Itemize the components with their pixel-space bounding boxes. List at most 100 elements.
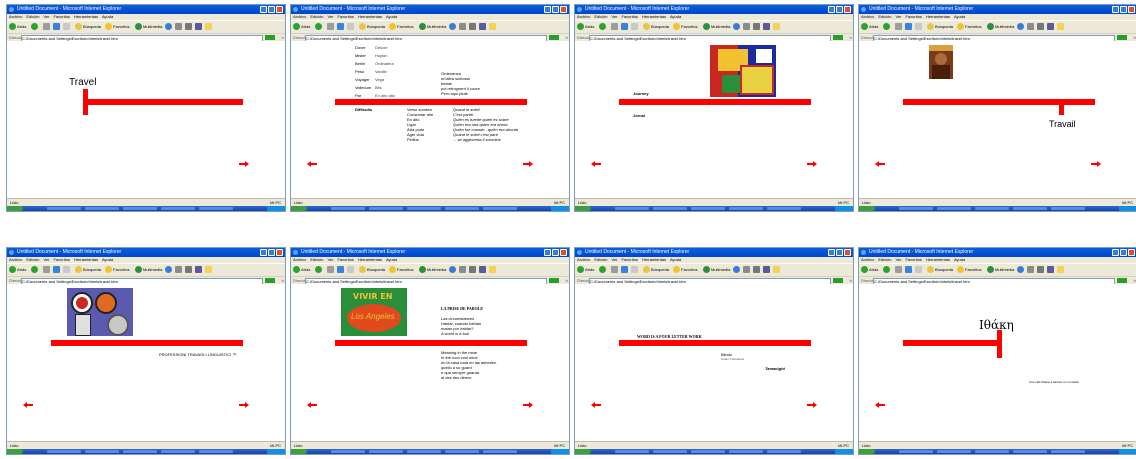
folder-icon[interactable] bbox=[1057, 266, 1064, 273]
home-icon[interactable] bbox=[915, 266, 922, 273]
back-icon[interactable] bbox=[293, 266, 300, 273]
taskbar-button[interactable] bbox=[161, 207, 195, 210]
favorites-star-icon[interactable] bbox=[389, 266, 396, 273]
start-button[interactable] bbox=[575, 206, 591, 211]
taskbar-button[interactable] bbox=[653, 207, 687, 210]
favorites-star-icon[interactable] bbox=[673, 23, 680, 30]
forward-icon[interactable] bbox=[31, 266, 38, 273]
menu-item[interactable]: Edición bbox=[26, 257, 39, 262]
forward-icon[interactable] bbox=[883, 23, 890, 30]
menu-item[interactable]: Ver bbox=[895, 14, 901, 19]
minimize-icon[interactable] bbox=[260, 249, 267, 256]
next-arrow-icon[interactable] bbox=[523, 161, 533, 167]
menu-item[interactable]: Favoritos bbox=[905, 257, 921, 262]
menu-item[interactable]: Archivo bbox=[9, 14, 22, 19]
menu-item[interactable]: Edición bbox=[878, 14, 891, 19]
history-icon[interactable] bbox=[1017, 23, 1024, 30]
forward-icon[interactable] bbox=[599, 266, 606, 273]
history-icon[interactable] bbox=[165, 266, 172, 273]
stop-icon[interactable] bbox=[43, 23, 50, 30]
menu-item[interactable]: Herramientas bbox=[74, 14, 98, 19]
mail-icon[interactable] bbox=[743, 266, 750, 273]
menu-item[interactable]: Edición bbox=[310, 14, 323, 19]
edit-icon[interactable] bbox=[195, 266, 202, 273]
taskbar-button[interactable] bbox=[161, 450, 195, 453]
taskbar-button[interactable] bbox=[47, 207, 81, 210]
taskbar-button[interactable] bbox=[1051, 450, 1085, 453]
edit-icon[interactable] bbox=[479, 23, 486, 30]
start-button[interactable] bbox=[7, 206, 23, 211]
search-icon[interactable] bbox=[643, 266, 650, 273]
taskbar-button[interactable] bbox=[691, 207, 725, 210]
favorites-star-icon[interactable] bbox=[105, 23, 112, 30]
previous-arrow-icon[interactable] bbox=[23, 402, 33, 408]
maximize-icon[interactable] bbox=[1120, 6, 1127, 13]
history-icon[interactable] bbox=[449, 23, 456, 30]
maximize-icon[interactable] bbox=[552, 6, 559, 13]
taskbar-button[interactable] bbox=[975, 450, 1009, 453]
back-icon[interactable] bbox=[861, 23, 868, 30]
taskbar-button[interactable] bbox=[407, 450, 441, 453]
forward-icon[interactable] bbox=[883, 266, 890, 273]
start-button[interactable] bbox=[291, 449, 307, 454]
history-icon[interactable] bbox=[165, 23, 172, 30]
refresh-icon[interactable] bbox=[337, 266, 344, 273]
history-icon[interactable] bbox=[733, 23, 740, 30]
forward-icon[interactable] bbox=[599, 23, 606, 30]
media-icon[interactable] bbox=[703, 23, 710, 30]
edit-icon[interactable] bbox=[479, 266, 486, 273]
edit-icon[interactable] bbox=[1047, 266, 1054, 273]
menu-item[interactable]: Archivo bbox=[861, 14, 874, 19]
taskbar-button[interactable] bbox=[85, 207, 119, 210]
previous-arrow-icon[interactable] bbox=[591, 161, 601, 167]
go-button[interactable] bbox=[1117, 278, 1127, 283]
search-icon[interactable] bbox=[75, 266, 82, 273]
minimize-icon[interactable] bbox=[544, 6, 551, 13]
taskbar-button[interactable] bbox=[729, 450, 763, 453]
maximize-icon[interactable] bbox=[268, 6, 275, 13]
print-icon[interactable] bbox=[469, 23, 476, 30]
mail-icon[interactable] bbox=[1027, 266, 1034, 273]
next-arrow-icon[interactable] bbox=[523, 402, 533, 408]
print-icon[interactable] bbox=[753, 266, 760, 273]
search-icon[interactable] bbox=[643, 23, 650, 30]
favorites-star-icon[interactable] bbox=[957, 23, 964, 30]
menu-item[interactable]: Ayuda bbox=[386, 257, 397, 262]
back-icon[interactable] bbox=[861, 266, 868, 273]
refresh-icon[interactable] bbox=[53, 23, 60, 30]
minimize-icon[interactable] bbox=[1112, 6, 1119, 13]
menu-item[interactable]: Archivo bbox=[293, 14, 306, 19]
previous-arrow-icon[interactable] bbox=[875, 161, 885, 167]
folder-icon[interactable] bbox=[773, 23, 780, 30]
stop-icon[interactable] bbox=[895, 23, 902, 30]
back-icon[interactable] bbox=[293, 23, 300, 30]
menu-item[interactable]: Favoritos bbox=[905, 14, 921, 19]
next-arrow-icon[interactable] bbox=[1091, 161, 1101, 167]
next-arrow-icon[interactable] bbox=[239, 402, 249, 408]
maximize-icon[interactable] bbox=[552, 249, 559, 256]
stop-icon[interactable] bbox=[895, 266, 902, 273]
maximize-icon[interactable] bbox=[836, 6, 843, 13]
mail-icon[interactable] bbox=[743, 23, 750, 30]
refresh-icon[interactable] bbox=[905, 266, 912, 273]
taskbar-button[interactable] bbox=[1013, 450, 1047, 453]
menu-item[interactable]: Herramientas bbox=[642, 14, 666, 19]
taskbar-button[interactable] bbox=[331, 450, 365, 453]
close-icon[interactable] bbox=[844, 249, 851, 256]
minimize-icon[interactable] bbox=[260, 6, 267, 13]
stop-icon[interactable] bbox=[327, 266, 334, 273]
folder-icon[interactable] bbox=[773, 266, 780, 273]
taskbar-button[interactable] bbox=[615, 207, 649, 210]
close-icon[interactable] bbox=[560, 249, 567, 256]
taskbar-button[interactable] bbox=[729, 207, 763, 210]
home-icon[interactable] bbox=[347, 23, 354, 30]
taskbar-button[interactable] bbox=[331, 207, 365, 210]
start-button[interactable] bbox=[291, 206, 307, 211]
minimize-icon[interactable] bbox=[828, 249, 835, 256]
previous-arrow-icon[interactable] bbox=[307, 402, 317, 408]
taskbar-button[interactable] bbox=[767, 450, 801, 453]
minimize-icon[interactable] bbox=[1112, 249, 1119, 256]
close-icon[interactable] bbox=[276, 6, 283, 13]
taskbar-button[interactable] bbox=[691, 450, 725, 453]
stop-icon[interactable] bbox=[611, 23, 618, 30]
